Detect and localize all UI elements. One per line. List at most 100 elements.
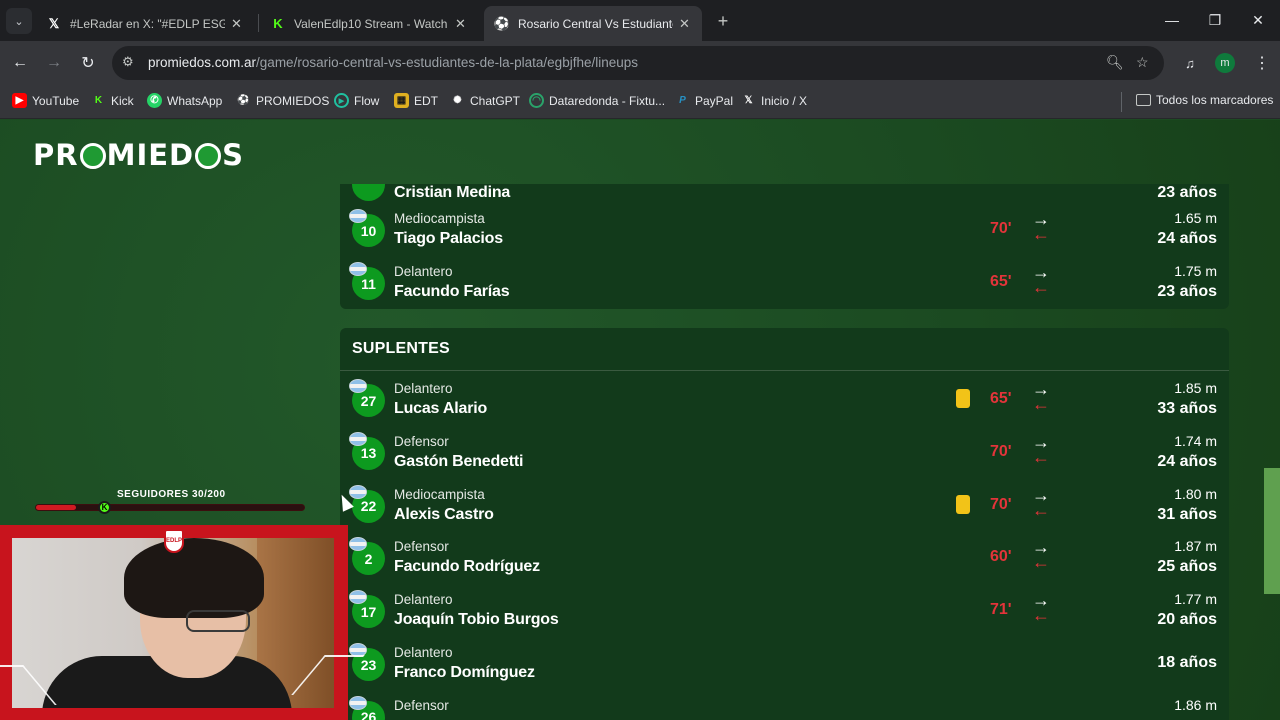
close-icon[interactable]: ✕ bbox=[231, 16, 242, 32]
bookmark-dataredonda[interactable]: ◠ Dataredonda - Fixtu... bbox=[529, 93, 665, 108]
player-name: Franco Domínguez bbox=[394, 664, 535, 681]
bookmarks-separator bbox=[1121, 92, 1122, 112]
promiedos-icon: ⚽ bbox=[237, 95, 250, 106]
bookmark-label: ChatGPT bbox=[470, 93, 521, 108]
substitution-icon: → ← bbox=[1032, 262, 1050, 297]
player-height: 1.80 m bbox=[1174, 485, 1217, 502]
player-position: Delantero bbox=[394, 592, 453, 608]
substitution-icon: → ← bbox=[1032, 431, 1050, 467]
substitutes-title: SUPLENTES bbox=[340, 328, 1229, 371]
webcam-overlay: EDLP bbox=[0, 525, 365, 720]
player-height: 1.77 m bbox=[1174, 591, 1217, 608]
player-height: 1.65 m bbox=[1174, 210, 1217, 226]
player-height: 1.74 m bbox=[1174, 432, 1217, 449]
minimize-icon[interactable]: — bbox=[1160, 8, 1184, 32]
tab-0[interactable]: 𝕏 #LeRadar en X: "#EDLP ESGUINCE ✕ bbox=[36, 6, 254, 41]
argentina-flag-icon bbox=[349, 209, 367, 223]
screen: ⌄ 𝕏 #LeRadar en X: "#EDLP ESGUINCE ✕ K V… bbox=[0, 0, 1280, 720]
substitution-icon: → ← bbox=[1032, 484, 1050, 520]
player-height: 1.87 m bbox=[1174, 538, 1217, 555]
player-age: 31 años bbox=[1157, 505, 1217, 523]
player-row[interactable]: 11 Delantero Facundo Farías 65' → ← 1.75 m 23 a… bbox=[340, 255, 1229, 307]
youtube-icon: ▶ bbox=[12, 93, 27, 108]
menu-icon[interactable]: ⋮ bbox=[1250, 51, 1274, 75]
ball-icon bbox=[195, 143, 222, 169]
player-age: 24 años bbox=[1157, 452, 1217, 470]
player-age: 18 años bbox=[1157, 654, 1217, 671]
tab-search-button[interactable]: ⌄ bbox=[6, 8, 32, 34]
player-row[interactable]: 10 Mediocampista Tiago Palacios 70' → ← 1.65 m… bbox=[340, 202, 1229, 254]
forward-icon[interactable]: → bbox=[42, 51, 66, 75]
tab-title: #LeRadar en X: "#EDLP ESGUINCE bbox=[70, 16, 225, 31]
all-bookmarks-button[interactable]: Todos los marcadores bbox=[1136, 93, 1273, 107]
player-row[interactable]: 26 Defensor 1.86 m bbox=[340, 689, 1229, 720]
argentina-flag-icon bbox=[349, 379, 367, 393]
followers-progress-fill bbox=[36, 505, 77, 510]
argentina-flag-icon bbox=[349, 262, 367, 276]
player-position: Delantero bbox=[394, 381, 453, 396]
bookmark-chatgpt[interactable]: ✺ ChatGPT bbox=[450, 93, 520, 108]
substitution-icon: → ← bbox=[1032, 209, 1050, 244]
dataredonda-icon: ◠ bbox=[529, 93, 544, 108]
close-window-icon[interactable]: ✕ bbox=[1246, 8, 1270, 32]
player-height: 1.75 m bbox=[1174, 263, 1217, 279]
back-icon[interactable]: ← bbox=[8, 51, 32, 75]
yellow-card-icon bbox=[956, 389, 970, 408]
bookmark-star-icon[interactable]: ☆ bbox=[1136, 54, 1149, 71]
player-age: 25 años bbox=[1157, 558, 1217, 576]
tab-1[interactable]: K ValenEdlp10 Stream - Watch Live ✕ bbox=[260, 6, 478, 41]
flow-icon: ▶ bbox=[334, 93, 349, 108]
promiedos-logo[interactable]: PR MIED S bbox=[33, 138, 244, 172]
bookmark-whatsapp[interactable]: ✆ WhatsApp bbox=[147, 93, 222, 108]
paypal-icon: P bbox=[679, 95, 686, 106]
bookmark-paypal[interactable]: P PayPal bbox=[675, 93, 733, 108]
substitution-icon: → ← bbox=[1032, 537, 1050, 573]
bookmark-kick[interactable]: K Kick bbox=[91, 93, 134, 108]
tab-title: ValenEdlp10 Stream - Watch Live bbox=[294, 16, 449, 31]
tab-2-active[interactable]: ⚽ Rosario Central Vs Estudiantes de ✕ bbox=[484, 6, 702, 41]
player-name: Facundo Rodríguez bbox=[394, 558, 540, 576]
bookmark-flow[interactable]: ▶ Flow bbox=[334, 93, 379, 108]
player-position: Delantero bbox=[394, 264, 453, 279]
player-row[interactable]: 23 Delantero Franco Domínguez 18 años bbox=[340, 636, 1229, 688]
player-row[interactable]: 27 Delantero Lucas Alario 65' → ← 1.85 m 33 año… bbox=[340, 372, 1229, 424]
url-host: promiedos.com.ar bbox=[148, 55, 257, 70]
new-tab-button[interactable]: + bbox=[712, 10, 734, 32]
bookmark-x[interactable]: 𝕏 Inicio / X bbox=[741, 93, 807, 108]
bookmark-edt[interactable]: ▦ EDT bbox=[394, 93, 438, 108]
webcam-video bbox=[12, 538, 334, 708]
bookmark-label: YouTube bbox=[32, 93, 80, 108]
media-control-icon[interactable]: ♫ bbox=[1178, 51, 1202, 75]
promiedos-icon: ⚽ bbox=[493, 15, 511, 31]
close-icon[interactable]: ✕ bbox=[679, 16, 690, 32]
argentina-flag-icon bbox=[349, 431, 367, 446]
club-badge: EDLP bbox=[164, 529, 184, 553]
address-bar[interactable]: ⚙ promiedos.com.ar/game/rosario-central-… bbox=[112, 46, 1164, 80]
player-row[interactable]: 17 Delantero Joaquín Tobio Burgos 71' → ← 1.77… bbox=[340, 583, 1229, 635]
bookmark-label: EDT bbox=[414, 93, 438, 108]
x-logo-icon: 𝕏 bbox=[48, 15, 60, 31]
tab-title: Rosario Central Vs Estudiantes de bbox=[518, 16, 673, 31]
player-row[interactable]: 2 Defensor Facundo Rodríguez 60' → ← 1.87 m 25 … bbox=[340, 530, 1229, 582]
url-text[interactable]: promiedos.com.ar/game/rosario-central-vs… bbox=[148, 55, 638, 70]
zoom-icon[interactable]: 🔍︎ bbox=[1106, 54, 1124, 71]
player-row[interactable]: 13 Defensor Gastón Benedetti 70' → ← 1.74 m 24 … bbox=[340, 425, 1229, 477]
bookmark-label: Inicio / X bbox=[761, 93, 808, 108]
reload-icon[interactable]: ↻ bbox=[76, 51, 100, 75]
whatsapp-icon: ✆ bbox=[147, 93, 162, 108]
bookmark-youtube[interactable]: ▶ YouTube bbox=[12, 93, 79, 108]
scrollbar-thumb[interactable] bbox=[1264, 468, 1280, 594]
substitution-minute: 70' bbox=[990, 442, 1012, 460]
player-name: Gastón Benedetti bbox=[394, 452, 524, 470]
argentina-flag-icon bbox=[349, 484, 367, 499]
webcam-person-hair bbox=[124, 538, 264, 618]
bookmark-promiedos[interactable]: ⚽ PROMIEDOS bbox=[236, 93, 329, 108]
toolbar: ← → ↻ ⚙ promiedos.com.ar/game/rosario-ce… bbox=[0, 41, 1280, 85]
profile-avatar[interactable]: m bbox=[1215, 53, 1235, 73]
player-name: Joaquín Tobio Burgos bbox=[394, 611, 559, 629]
site-settings-icon[interactable]: ⚙ bbox=[122, 54, 134, 70]
close-icon[interactable]: ✕ bbox=[455, 16, 466, 32]
restore-icon[interactable]: ❐ bbox=[1203, 8, 1227, 32]
player-row[interactable]: 22 Mediocampista Alexis Castro 70' → ← 1.80 m3… bbox=[340, 478, 1229, 530]
bookmark-label: PROMIEDOS bbox=[256, 93, 330, 108]
